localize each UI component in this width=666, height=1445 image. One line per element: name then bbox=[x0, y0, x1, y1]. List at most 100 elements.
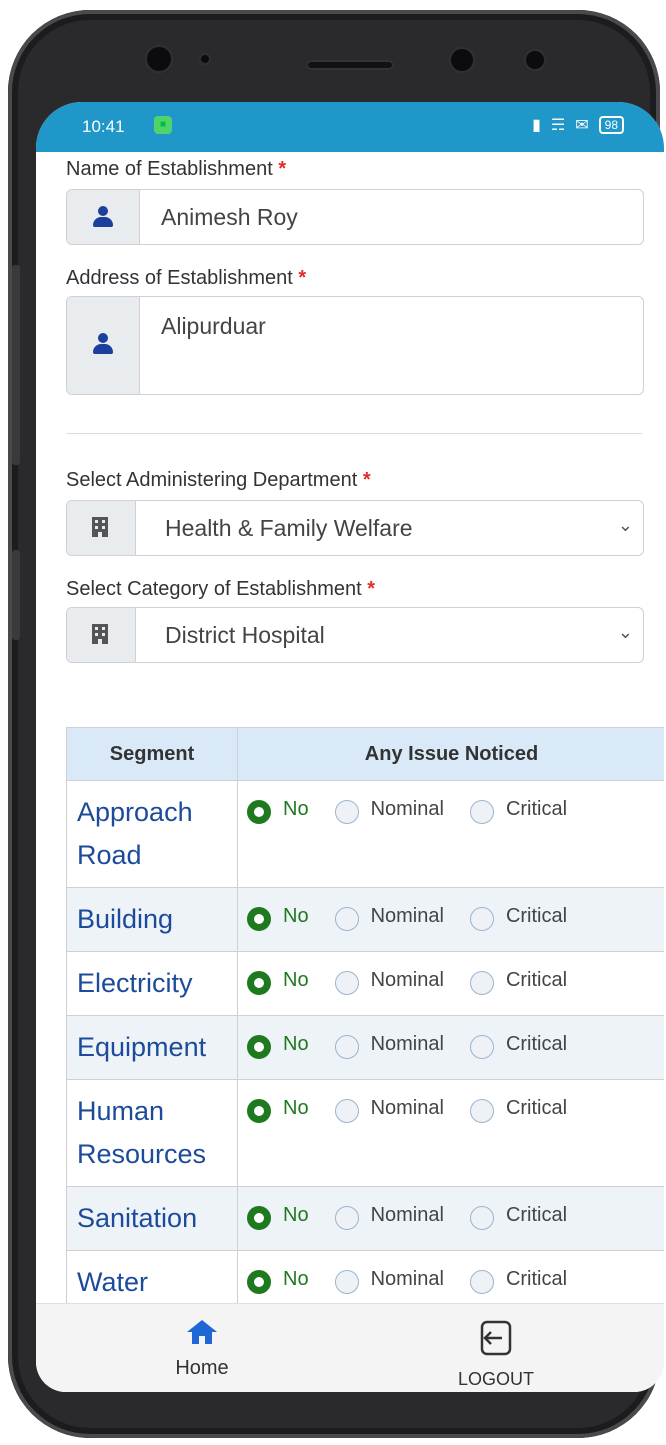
segment-name: Building bbox=[66, 887, 238, 952]
segment-name: Approach Road bbox=[66, 780, 238, 888]
radio-selected-icon[interactable] bbox=[247, 907, 271, 931]
name-field[interactable]: Animesh Roy bbox=[66, 189, 644, 245]
radio-option-critical[interactable]: Critical bbox=[469, 904, 568, 931]
radio-option-critical[interactable]: Critical bbox=[469, 1033, 567, 1059]
radio-label: Nominal bbox=[370, 1096, 444, 1119]
radio-option-nominal[interactable]: Nominal bbox=[334, 1268, 444, 1294]
issue-table: Segment Any Issue Noticed Approach Road N… bbox=[66, 727, 664, 1315]
radio-unselected-icon[interactable] bbox=[469, 1099, 494, 1123]
radio-option-no[interactable]: No bbox=[247, 1032, 309, 1059]
radio-label: Nominal bbox=[370, 904, 444, 927]
category-selected-value[interactable]: District Hospital bbox=[165, 622, 325, 649]
radio-label: Critical bbox=[505, 1203, 568, 1226]
radio-label: No bbox=[283, 968, 309, 991]
radio-unselected-icon[interactable] bbox=[334, 971, 359, 995]
radio-option-critical[interactable]: Critical bbox=[469, 968, 568, 995]
radio-unselected-icon[interactable] bbox=[469, 971, 494, 995]
department-selected-value[interactable]: Health & Family Welfare bbox=[165, 515, 413, 542]
segment-name: Equipment bbox=[66, 1015, 238, 1080]
radio-label: No bbox=[283, 1032, 309, 1055]
radio-unselected-icon[interactable] bbox=[469, 907, 494, 931]
radio-option-nominal[interactable]: Nominal bbox=[334, 1096, 444, 1123]
address-field[interactable]: Alipurduar bbox=[66, 296, 644, 395]
name-label: Name of Establishment * bbox=[66, 158, 286, 181]
name-label-text: Name of Establishment bbox=[66, 158, 273, 180]
segment-name: Electricity bbox=[66, 951, 238, 1016]
radio-option-nominal[interactable]: Nominal bbox=[334, 1033, 444, 1059]
department-addon bbox=[67, 501, 136, 555]
chevron-down-icon[interactable]: ⌄ bbox=[618, 622, 633, 643]
issue-options-cell: No Nominal Critical bbox=[237, 1015, 664, 1080]
radio-selected-icon[interactable] bbox=[247, 1270, 271, 1294]
address-textarea-value[interactable]: Alipurduar bbox=[161, 313, 266, 340]
radio-option-critical[interactable]: Critical bbox=[469, 1097, 567, 1123]
power-button bbox=[12, 550, 20, 640]
category-select[interactable]: District Hospital ⌄ bbox=[66, 607, 644, 663]
app-screen: 10:41 ■ ▮ ☴ ✉ 98 Name of Establishment *… bbox=[36, 102, 664, 1392]
radio-unselected-icon[interactable] bbox=[334, 1099, 359, 1123]
radio-unselected-icon[interactable] bbox=[469, 800, 494, 824]
building-icon bbox=[92, 517, 108, 537]
radio-option-no[interactable]: No bbox=[247, 968, 309, 995]
message-icon: ✉ bbox=[575, 117, 589, 134]
radio-option-no[interactable]: No bbox=[247, 797, 309, 824]
radio-label: No bbox=[283, 1267, 309, 1290]
radio-selected-icon[interactable] bbox=[247, 1206, 271, 1230]
name-addon bbox=[67, 190, 140, 244]
volume-button bbox=[12, 265, 20, 465]
table-row: Human Resources No Nominal Critical bbox=[66, 1079, 664, 1187]
radio-label: Critical bbox=[505, 904, 568, 927]
radio-option-critical[interactable]: Critical bbox=[469, 1203, 568, 1230]
radio-label: Critical bbox=[505, 1267, 568, 1290]
building-icon bbox=[92, 624, 108, 644]
battery-icon: 98 bbox=[598, 116, 624, 134]
chevron-down-icon[interactable]: ⌄ bbox=[618, 515, 633, 536]
required-mark: * bbox=[367, 578, 376, 600]
radio-label: No bbox=[283, 797, 309, 820]
table-row: Sanitation No Nominal Critical bbox=[66, 1186, 664, 1251]
name-input-value[interactable]: Animesh Roy bbox=[161, 204, 298, 231]
radio-unselected-icon[interactable] bbox=[469, 1035, 494, 1059]
radio-option-nominal[interactable]: Nominal bbox=[334, 1204, 444, 1230]
status-icons: ▮ ☴ ✉ 98 bbox=[532, 115, 624, 135]
radio-selected-icon[interactable] bbox=[247, 800, 271, 824]
radio-selected-icon[interactable] bbox=[247, 1035, 271, 1059]
radio-group: No Nominal Critical bbox=[239, 1017, 664, 1059]
app-notification-icon: ■ bbox=[154, 116, 172, 134]
nav-home[interactable]: Home bbox=[160, 1318, 244, 1380]
table-row: Approach Road No Nominal Critical bbox=[66, 780, 664, 888]
radio-option-nominal[interactable]: Nominal bbox=[334, 969, 444, 995]
radio-option-no[interactable]: No bbox=[247, 905, 309, 931]
radio-label: Nominal bbox=[370, 797, 444, 820]
required-mark: * bbox=[298, 267, 307, 289]
radio-unselected-icon[interactable] bbox=[334, 800, 359, 824]
radio-label: Critical bbox=[505, 968, 568, 991]
radio-option-no[interactable]: No bbox=[247, 1097, 309, 1123]
issue-options-cell: No Nominal Critical bbox=[237, 1079, 664, 1187]
radio-group: No Nominal Critical bbox=[239, 1081, 664, 1123]
radio-group: No Nominal Critical bbox=[239, 1252, 664, 1294]
radio-unselected-icon[interactable] bbox=[334, 1270, 359, 1294]
user-icon bbox=[93, 206, 113, 228]
radio-option-no[interactable]: No bbox=[247, 1267, 309, 1294]
radio-unselected-icon[interactable] bbox=[469, 1270, 494, 1294]
required-mark: * bbox=[362, 469, 371, 491]
radio-option-critical[interactable]: Critical bbox=[469, 798, 567, 824]
radio-group: No Nominal Critical bbox=[239, 1188, 664, 1230]
radio-unselected-icon[interactable] bbox=[334, 1035, 359, 1059]
radio-option-critical[interactable]: Critical bbox=[469, 1267, 568, 1294]
department-label-text: Select Administering Department bbox=[66, 469, 358, 491]
radio-option-nominal[interactable]: Nominal bbox=[334, 797, 444, 824]
department-select[interactable]: Health & Family Welfare ⌄ bbox=[66, 500, 644, 556]
radio-unselected-icon[interactable] bbox=[334, 1206, 359, 1230]
radio-unselected-icon[interactable] bbox=[334, 907, 359, 931]
radio-option-nominal[interactable]: Nominal bbox=[334, 904, 444, 931]
table-row: Electricity No Nominal Critical bbox=[66, 951, 664, 1016]
radio-unselected-icon[interactable] bbox=[469, 1206, 494, 1230]
radio-selected-icon[interactable] bbox=[247, 1099, 271, 1123]
nav-home-label: Home bbox=[175, 1357, 229, 1379]
radio-option-no[interactable]: No bbox=[247, 1204, 309, 1230]
radio-selected-icon[interactable] bbox=[247, 971, 271, 995]
nav-logout[interactable]: LOGOUT bbox=[441, 1318, 551, 1390]
department-label: Select Administering Department * bbox=[66, 469, 371, 492]
